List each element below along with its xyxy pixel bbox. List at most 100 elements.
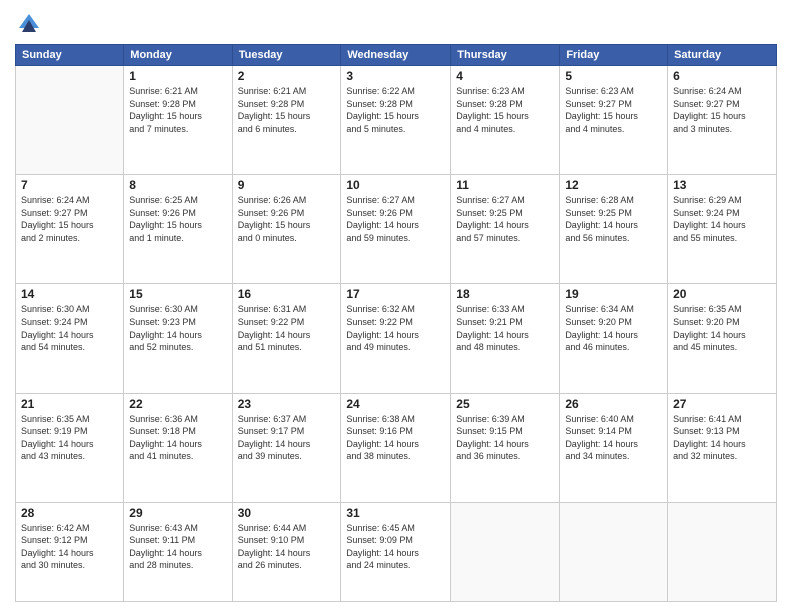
day-info: Sunrise: 6:30 AM Sunset: 9:24 PM Dayligh… bbox=[21, 303, 118, 353]
day-number: 26 bbox=[565, 397, 662, 411]
day-cell: 30 Sunrise: 6:44 AM Sunset: 9:10 PM Dayli… bbox=[232, 502, 341, 601]
day-cell: 10 Sunrise: 6:27 AM Sunset: 9:26 PM Dayli… bbox=[341, 175, 451, 284]
day-cell: 24Sunrise: 6:38 AM Sunset: 9:16 PM Dayli… bbox=[341, 393, 451, 502]
day-cell: 17 Sunrise: 6:32 AM Sunset: 9:22 PM Dayli… bbox=[341, 284, 451, 393]
day-cell: 31Sunrise: 6:45 AM Sunset: 9:09 PM Dayli… bbox=[341, 502, 451, 601]
day-number: 28 bbox=[21, 506, 118, 520]
day-number: 23 bbox=[238, 397, 336, 411]
day-cell: 29 Sunrise: 6:43 AM Sunset: 9:11 PM Dayli… bbox=[124, 502, 232, 601]
day-cell: 27 Sunrise: 6:41 AM Sunset: 9:13 PM Dayli… bbox=[668, 393, 777, 502]
day-number: 27 bbox=[673, 397, 771, 411]
day-cell: 22Sunrise: 6:36 AM Sunset: 9:18 PM Dayli… bbox=[124, 393, 232, 502]
day-info: Sunrise: 6:28 AM Sunset: 9:25 PM Dayligh… bbox=[565, 194, 662, 244]
day-info: Sunrise: 6:45 AM Sunset: 9:09 PM Dayligh… bbox=[346, 522, 445, 572]
day-info: Sunrise: 6:22 AM Sunset: 9:28 PM Dayligh… bbox=[346, 85, 445, 135]
day-info: Sunrise: 6:35 AM Sunset: 9:19 PM Dayligh… bbox=[21, 413, 118, 463]
day-cell: 19 Sunrise: 6:34 AM Sunset: 9:20 PM Dayli… bbox=[560, 284, 668, 393]
day-number: 25 bbox=[456, 397, 554, 411]
day-cell: 13Sunrise: 6:29 AM Sunset: 9:24 PM Dayli… bbox=[668, 175, 777, 284]
day-number: 8 bbox=[129, 178, 226, 192]
day-cell: 6 Sunrise: 6:24 AM Sunset: 9:27 PM Daylig… bbox=[668, 66, 777, 175]
day-number: 9 bbox=[238, 178, 336, 192]
day-cell: 11 Sunrise: 6:27 AM Sunset: 9:25 PM Dayli… bbox=[451, 175, 560, 284]
weekday-header-row: SundayMondayTuesdayWednesdayThursdayFrid… bbox=[16, 45, 777, 66]
weekday-header-friday: Friday bbox=[560, 45, 668, 66]
day-number: 21 bbox=[21, 397, 118, 411]
day-number: 29 bbox=[129, 506, 226, 520]
day-cell: 14 Sunrise: 6:30 AM Sunset: 9:24 PM Dayli… bbox=[16, 284, 124, 393]
day-info: Sunrise: 6:21 AM Sunset: 9:28 PM Dayligh… bbox=[129, 85, 226, 135]
day-number: 4 bbox=[456, 69, 554, 83]
day-number: 3 bbox=[346, 69, 445, 83]
day-cell: 12 Sunrise: 6:28 AM Sunset: 9:25 PM Dayli… bbox=[560, 175, 668, 284]
day-info: Sunrise: 6:31 AM Sunset: 9:22 PM Dayligh… bbox=[238, 303, 336, 353]
day-number: 10 bbox=[346, 178, 445, 192]
day-cell: 18Sunrise: 6:33 AM Sunset: 9:21 PM Dayli… bbox=[451, 284, 560, 393]
day-info: Sunrise: 6:27 AM Sunset: 9:26 PM Dayligh… bbox=[346, 194, 445, 244]
day-cell: 1 Sunrise: 6:21 AM Sunset: 9:28 PM Daylig… bbox=[124, 66, 232, 175]
calendar-table: SundayMondayTuesdayWednesdayThursdayFrid… bbox=[15, 44, 777, 602]
logo-icon bbox=[15, 10, 43, 38]
day-info: Sunrise: 6:35 AM Sunset: 9:20 PM Dayligh… bbox=[673, 303, 771, 353]
day-info: Sunrise: 6:32 AM Sunset: 9:22 PM Dayligh… bbox=[346, 303, 445, 353]
day-cell: 21 Sunrise: 6:35 AM Sunset: 9:19 PM Dayli… bbox=[16, 393, 124, 502]
day-info: Sunrise: 6:25 AM Sunset: 9:26 PM Dayligh… bbox=[129, 194, 226, 244]
day-cell: 20 Sunrise: 6:35 AM Sunset: 9:20 PM Dayli… bbox=[668, 284, 777, 393]
day-cell: 25 Sunrise: 6:39 AM Sunset: 9:15 PM Dayli… bbox=[451, 393, 560, 502]
day-info: Sunrise: 6:34 AM Sunset: 9:20 PM Dayligh… bbox=[565, 303, 662, 353]
weekday-header-thursday: Thursday bbox=[451, 45, 560, 66]
day-cell: 16 Sunrise: 6:31 AM Sunset: 9:22 PM Dayli… bbox=[232, 284, 341, 393]
day-number: 19 bbox=[565, 287, 662, 301]
weekday-header-saturday: Saturday bbox=[668, 45, 777, 66]
day-cell: 5Sunrise: 6:23 AM Sunset: 9:27 PM Daylig… bbox=[560, 66, 668, 175]
day-cell: 3 Sunrise: 6:22 AM Sunset: 9:28 PM Daylig… bbox=[341, 66, 451, 175]
weekday-header-monday: Monday bbox=[124, 45, 232, 66]
day-number: 16 bbox=[238, 287, 336, 301]
day-number: 14 bbox=[21, 287, 118, 301]
day-number: 11 bbox=[456, 178, 554, 192]
day-info: Sunrise: 6:36 AM Sunset: 9:18 PM Dayligh… bbox=[129, 413, 226, 463]
day-info: Sunrise: 6:44 AM Sunset: 9:10 PM Dayligh… bbox=[238, 522, 336, 572]
day-cell: 23 Sunrise: 6:37 AM Sunset: 9:17 PM Dayli… bbox=[232, 393, 341, 502]
day-cell bbox=[16, 66, 124, 175]
day-info: Sunrise: 6:24 AM Sunset: 9:27 PM Dayligh… bbox=[673, 85, 771, 135]
day-info: Sunrise: 6:29 AM Sunset: 9:24 PM Dayligh… bbox=[673, 194, 771, 244]
calendar-week-1: 1 Sunrise: 6:21 AM Sunset: 9:28 PM Daylig… bbox=[16, 66, 777, 175]
day-info: Sunrise: 6:37 AM Sunset: 9:17 PM Dayligh… bbox=[238, 413, 336, 463]
day-cell: 9 Sunrise: 6:26 AM Sunset: 9:26 PM Daylig… bbox=[232, 175, 341, 284]
day-number: 12 bbox=[565, 178, 662, 192]
day-cell: 26 Sunrise: 6:40 AM Sunset: 9:14 PM Dayli… bbox=[560, 393, 668, 502]
day-info: Sunrise: 6:23 AM Sunset: 9:28 PM Dayligh… bbox=[456, 85, 554, 135]
weekday-header-wednesday: Wednesday bbox=[341, 45, 451, 66]
calendar-week-3: 14 Sunrise: 6:30 AM Sunset: 9:24 PM Dayli… bbox=[16, 284, 777, 393]
day-number: 18 bbox=[456, 287, 554, 301]
day-number: 6 bbox=[673, 69, 771, 83]
header bbox=[15, 10, 777, 38]
day-info: Sunrise: 6:27 AM Sunset: 9:25 PM Dayligh… bbox=[456, 194, 554, 244]
day-cell: 15 Sunrise: 6:30 AM Sunset: 9:23 PM Dayli… bbox=[124, 284, 232, 393]
day-number: 20 bbox=[673, 287, 771, 301]
day-cell bbox=[668, 502, 777, 601]
calendar-week-2: 7Sunrise: 6:24 AM Sunset: 9:27 PM Daylig… bbox=[16, 175, 777, 284]
day-number: 1 bbox=[129, 69, 226, 83]
day-number: 5 bbox=[565, 69, 662, 83]
day-info: Sunrise: 6:40 AM Sunset: 9:14 PM Dayligh… bbox=[565, 413, 662, 463]
calendar-week-5: 28 Sunrise: 6:42 AM Sunset: 9:12 PM Dayli… bbox=[16, 502, 777, 601]
day-info: Sunrise: 6:39 AM Sunset: 9:15 PM Dayligh… bbox=[456, 413, 554, 463]
day-cell bbox=[451, 502, 560, 601]
calendar-week-4: 21 Sunrise: 6:35 AM Sunset: 9:19 PM Dayli… bbox=[16, 393, 777, 502]
logo bbox=[15, 10, 47, 38]
day-info: Sunrise: 6:42 AM Sunset: 9:12 PM Dayligh… bbox=[21, 522, 118, 572]
day-cell: 7Sunrise: 6:24 AM Sunset: 9:27 PM Daylig… bbox=[16, 175, 124, 284]
weekday-header-tuesday: Tuesday bbox=[232, 45, 341, 66]
day-info: Sunrise: 6:38 AM Sunset: 9:16 PM Dayligh… bbox=[346, 413, 445, 463]
day-cell: 8 Sunrise: 6:25 AM Sunset: 9:26 PM Daylig… bbox=[124, 175, 232, 284]
day-number: 17 bbox=[346, 287, 445, 301]
day-info: Sunrise: 6:43 AM Sunset: 9:11 PM Dayligh… bbox=[129, 522, 226, 572]
day-info: Sunrise: 6:30 AM Sunset: 9:23 PM Dayligh… bbox=[129, 303, 226, 353]
day-number: 15 bbox=[129, 287, 226, 301]
day-cell: 2Sunrise: 6:21 AM Sunset: 9:28 PM Daylig… bbox=[232, 66, 341, 175]
day-info: Sunrise: 6:41 AM Sunset: 9:13 PM Dayligh… bbox=[673, 413, 771, 463]
day-number: 30 bbox=[238, 506, 336, 520]
day-info: Sunrise: 6:26 AM Sunset: 9:26 PM Dayligh… bbox=[238, 194, 336, 244]
